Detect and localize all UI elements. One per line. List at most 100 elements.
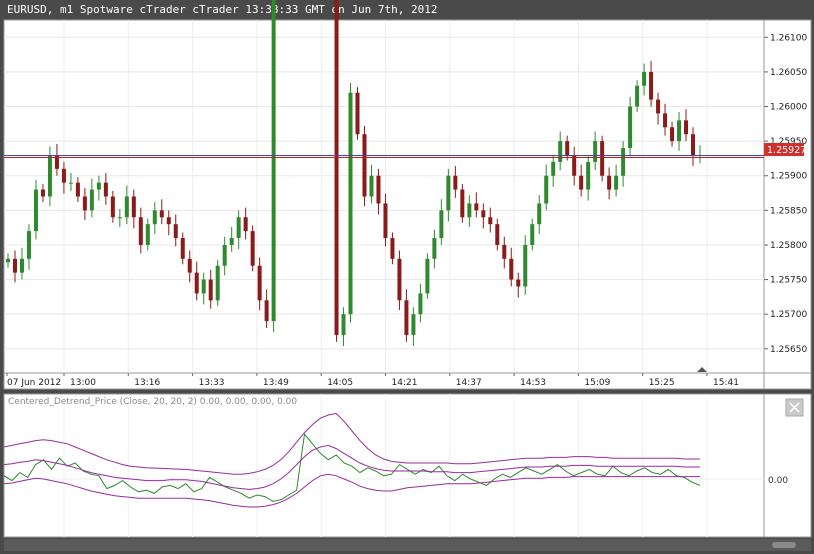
candle-body (488, 217, 493, 225)
candle-body (208, 279, 213, 301)
candle-body (390, 238, 395, 259)
candle-body (124, 196, 129, 218)
indicator-label: Centered_Detrend_Price (Close, 20, 20, 2… (8, 397, 297, 407)
candle-body (33, 189, 38, 232)
price-tick-label: 1.25700 (770, 310, 807, 320)
candle-body (82, 196, 87, 211)
candle-body (194, 272, 199, 294)
candle-body (173, 224, 178, 239)
candle-body (474, 203, 479, 211)
time-tick-label: 13:00 (70, 378, 96, 388)
time-tick-label: 15:41 (713, 378, 739, 388)
price-tick-label: 1.26100 (770, 33, 807, 43)
time-tick-label: 14:37 (456, 378, 482, 388)
candle-body (47, 154, 52, 197)
candle-body (96, 182, 101, 190)
candle-body (257, 265, 262, 301)
candle-body (117, 217, 122, 219)
time-tick-label: 07 Jun 2012 (7, 378, 61, 388)
time-tick-label: 14:21 (392, 378, 418, 388)
candle-body (537, 203, 542, 225)
candle-body (348, 92, 353, 315)
candle-body (565, 141, 570, 155)
candle-body (502, 244, 507, 259)
candle-body (334, 0, 339, 335)
candle-body (467, 203, 472, 218)
candle-body (684, 120, 689, 135)
candle-body (544, 175, 549, 204)
price-tick-label: 1.26050 (770, 68, 807, 78)
candle-body (110, 196, 115, 218)
time-tick-label: 13:49 (263, 378, 289, 388)
candle-body (404, 300, 409, 335)
close-indicator-button[interactable] (785, 398, 804, 417)
candle-body (481, 210, 486, 218)
candle-body (19, 258, 24, 273)
price-tick-label: 1.25800 (770, 241, 807, 251)
candle-body (397, 258, 402, 301)
candle-body (516, 279, 521, 287)
candle-body (236, 217, 241, 239)
candle-body (663, 113, 668, 128)
candle-body (495, 224, 500, 245)
indicator-zero-tick: 0.00 (768, 476, 788, 486)
time-tick-label: 14:53 (520, 378, 546, 388)
price-tick-label: 1.25750 (770, 276, 807, 286)
candle-body (264, 300, 269, 322)
axis-corner (763, 372, 812, 390)
candle-body (600, 141, 605, 176)
candle-body (271, 0, 276, 322)
candle-body (642, 71, 647, 86)
candle-body (614, 175, 619, 190)
price-tick-label: 1.25900 (770, 172, 807, 182)
candle-body (201, 279, 206, 294)
candle-body (593, 141, 598, 162)
candle-body (439, 210, 444, 239)
horizontal-scrollbar[interactable] (4, 539, 811, 551)
candle-body (691, 134, 696, 155)
time-tick-label: 13:33 (199, 378, 225, 388)
chart-canvas[interactable]: 1.261001.260501.260001.259501.259001.258… (0, 0, 814, 554)
candle-body (187, 258, 192, 273)
candle-body (215, 265, 220, 301)
candle-body (355, 92, 360, 135)
candle-body (341, 314, 346, 335)
time-tick-label: 14:05 (327, 378, 353, 388)
candle-body (229, 238, 234, 245)
candle-body (579, 175, 584, 190)
candle-body (677, 120, 682, 142)
candle-body (649, 71, 654, 100)
candle-body (250, 231, 255, 266)
candle-body (376, 175, 381, 204)
candle-body (26, 231, 31, 259)
candle-body (159, 210, 164, 218)
candle-body (586, 161, 591, 190)
time-tick-label: 13:16 (134, 378, 160, 388)
candle-body (222, 244, 227, 266)
time-tick-label: 15:09 (584, 378, 610, 388)
candle-body (558, 141, 563, 162)
candle-body (523, 244, 528, 287)
candle-body (75, 182, 80, 197)
candle-body (607, 175, 612, 190)
price-tick-label: 1.25650 (770, 345, 807, 355)
candle-body (145, 224, 150, 245)
candle-body (131, 196, 136, 218)
candle-body (369, 175, 374, 197)
candle-body (572, 154, 577, 176)
candle-body (180, 238, 185, 259)
candle-body (383, 203, 388, 239)
scrollbar-thumb[interactable] (772, 542, 796, 548)
candle-body (362, 134, 367, 197)
candle-body (61, 168, 66, 183)
candle-body (68, 182, 73, 184)
candle-body (12, 258, 17, 273)
candle-body (621, 148, 626, 176)
candle-body (418, 293, 423, 315)
candle-body (453, 175, 458, 190)
indicator-plot-area[interactable] (3, 393, 765, 538)
price-tick-label: 1.25850 (770, 206, 807, 216)
candle-body (89, 189, 94, 211)
time-tick-label: 15:25 (649, 378, 675, 388)
candle-body (509, 258, 514, 280)
